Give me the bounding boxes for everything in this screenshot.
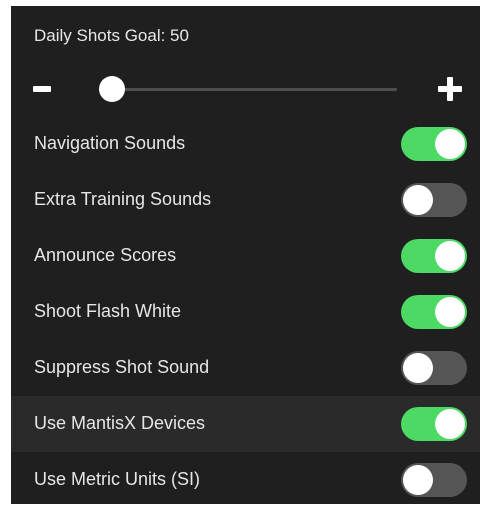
setting-label: Use MantisX Devices <box>34 413 206 433</box>
setting-row-use-mantisx-devices: Use MantisX Devices <box>11 396 480 452</box>
toggle-knob <box>403 353 433 383</box>
setting-row-announce-scores: Announce Scores <box>11 228 480 284</box>
setting-row-extra-training-sounds: Extra Training Sounds <box>11 172 480 228</box>
settings-panel: Daily Shots Goal: 50 Navigation Sounds E… <box>11 6 480 504</box>
toggle-knob <box>435 409 465 439</box>
shoot-flash-white-toggle[interactable] <box>401 295 467 329</box>
setting-row-shoot-flash-white: Shoot Flash White <box>11 284 480 340</box>
toggle-knob <box>403 465 433 495</box>
setting-row-use-metric-units: Use Metric Units (SI) <box>11 452 480 508</box>
toggle-knob <box>435 241 465 271</box>
minus-icon[interactable] <box>33 86 51 92</box>
use-mantisx-devices-toggle[interactable] <box>401 407 467 441</box>
setting-label: Shoot Flash White <box>34 301 182 321</box>
navigation-sounds-toggle[interactable] <box>401 127 467 161</box>
goal-slider-thumb[interactable] <box>99 76 125 102</box>
setting-row-suppress-shot-sound: Suppress Shot Sound <box>11 340 480 396</box>
setting-label: Suppress Shot Sound <box>34 357 210 377</box>
setting-label: Announce Scores <box>34 245 177 265</box>
plus-icon-vertical <box>447 77 453 101</box>
use-metric-units-toggle[interactable] <box>401 463 467 497</box>
toggle-knob <box>435 297 465 327</box>
toggle-knob <box>403 185 433 215</box>
suppress-shot-sound-toggle[interactable] <box>401 351 467 385</box>
extra-training-sounds-toggle[interactable] <box>401 183 467 217</box>
setting-label: Extra Training Sounds <box>34 189 212 209</box>
setting-label: Use Metric Units (SI) <box>34 469 201 489</box>
goal-slider-track[interactable] <box>99 88 397 91</box>
announce-scores-toggle[interactable] <box>401 239 467 273</box>
setting-row-navigation-sounds: Navigation Sounds <box>11 116 480 172</box>
setting-label: Navigation Sounds <box>34 133 186 153</box>
goal-slider-row <box>11 68 480 110</box>
daily-shots-goal-label: Daily Shots Goal: 50 <box>34 26 189 45</box>
toggle-knob <box>435 129 465 159</box>
plus-icon[interactable] <box>438 77 462 101</box>
